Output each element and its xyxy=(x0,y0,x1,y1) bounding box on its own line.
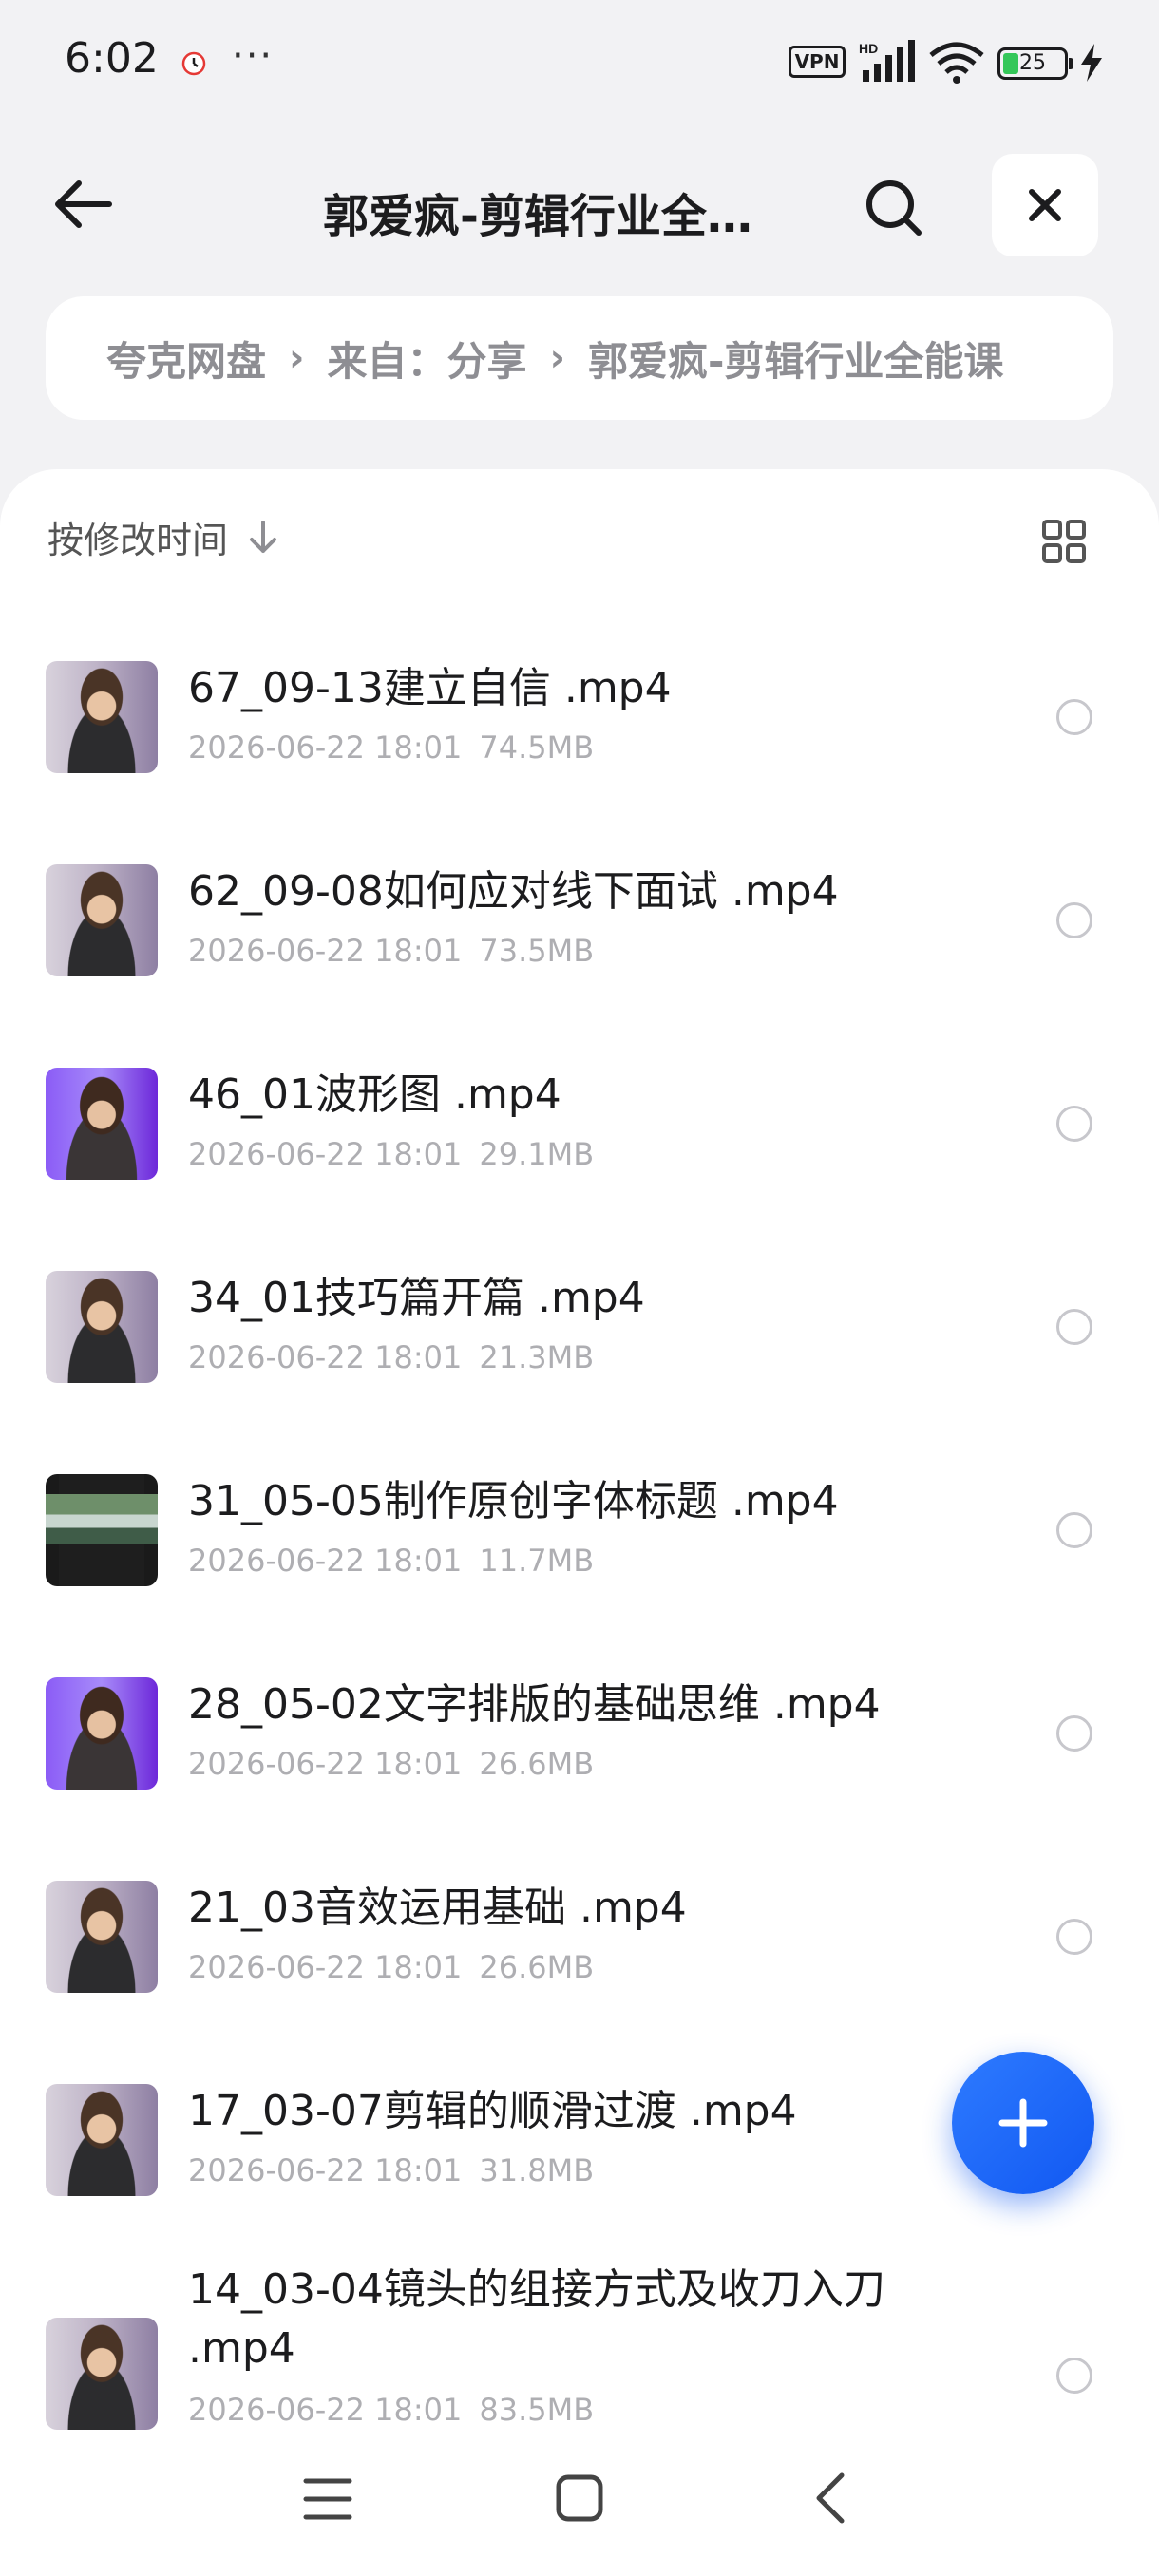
file-date: 2026-06-22 18:01 xyxy=(188,1746,463,1782)
file-row[interactable]: 62_09-08如何应对线下面试 .mp4 2026-06-22 18:01 73… xyxy=(0,834,1159,1037)
file-meta: 2026-06-22 18:01 74.5MB xyxy=(188,729,594,766)
file-sheet: 按修改时间 67_09-13建立自信 .mp4 2026-06-22 18:01… xyxy=(0,469,1159,2576)
grid-view-icon[interactable] xyxy=(1041,519,1087,564)
chevron-right-icon: › xyxy=(289,336,305,380)
select-radio[interactable] xyxy=(1056,699,1092,735)
file-meta: 2026-06-22 18:01 26.6MB xyxy=(188,1746,594,1782)
file-name: 14_03-04镜头的组接方式及收刀入刀 .mp4 xyxy=(188,2265,885,2373)
file-size: 31.8MB xyxy=(479,2152,595,2188)
select-radio[interactable] xyxy=(1056,1106,1092,1142)
file-meta: 2026-06-22 18:01 73.5MB xyxy=(188,933,594,969)
file-meta: 2026-06-22 18:01 21.3MB xyxy=(188,1339,594,1375)
file-name: 62_09-08如何应对线下面试 .mp4 xyxy=(188,867,839,916)
video-thumbnail xyxy=(46,2084,158,2196)
select-radio[interactable] xyxy=(1056,1309,1092,1345)
file-size: 74.5MB xyxy=(479,729,595,766)
close-icon xyxy=(1029,189,1061,221)
file-date: 2026-06-22 18:01 xyxy=(188,1543,463,1579)
more-notifications-icon: ··· xyxy=(232,34,275,78)
page-title: 郭爱疯-剪辑行业全… xyxy=(323,190,752,243)
file-date: 2026-06-22 18:01 xyxy=(188,729,463,766)
close-button[interactable] xyxy=(992,154,1098,256)
file-name: 67_09-13建立自信 .mp4 xyxy=(188,664,672,712)
file-name: 28_05-02文字排版的基础思维 .mp4 xyxy=(188,1680,881,1729)
video-thumbnail xyxy=(46,1271,158,1383)
status-time: 6:02 xyxy=(65,34,159,83)
sort-label: 按修改时间 xyxy=(48,520,229,561)
file-date: 2026-06-22 18:01 xyxy=(188,1339,463,1375)
status-bar: 6:02 ··· VPN HD 25 xyxy=(0,0,1159,123)
select-radio[interactable] xyxy=(1056,2358,1092,2394)
search-icon xyxy=(866,180,922,236)
file-date: 2026-06-22 18:01 xyxy=(188,2392,463,2428)
video-thumbnail xyxy=(46,1881,158,1993)
file-list: 67_09-13建立自信 .mp4 2026-06-22 18:01 74.5MB… xyxy=(0,631,1159,2460)
file-row[interactable]: 31_05-05制作原创字体标题 .mp4 2026-06-22 18:01 11… xyxy=(0,1444,1159,1647)
video-thumbnail xyxy=(46,2318,158,2430)
menu-icon[interactable] xyxy=(302,2475,353,2523)
signal-icon: HD xyxy=(859,40,915,82)
arrow-down-icon xyxy=(250,520,277,553)
svg-text:HD: HD xyxy=(859,41,878,56)
file-date: 2026-06-22 18:01 xyxy=(188,2152,463,2188)
video-thumbnail xyxy=(46,1677,158,1790)
back-button[interactable] xyxy=(42,163,124,245)
select-radio[interactable] xyxy=(1056,902,1092,938)
system-nav-bar xyxy=(0,2432,1159,2576)
file-meta: 2026-06-22 18:01 29.1MB xyxy=(188,1136,594,1172)
breadcrumb: 夸克网盘 › 来自：分享 › 郭爱疯-剪辑行业全能课 xyxy=(46,296,1113,420)
file-meta: 2026-06-22 18:01 83.5MB xyxy=(188,2392,594,2428)
file-row[interactable]: 28_05-02文字排版的基础思维 .mp4 2026-06-22 18:01 2… xyxy=(0,1647,1159,1850)
file-row[interactable]: 14_03-04镜头的组接方式及收刀入刀 .mp4 2026-06-22 18:… xyxy=(0,2257,1159,2460)
file-meta: 2026-06-22 18:01 11.7MB xyxy=(188,1543,594,1579)
battery-icon: 25 xyxy=(998,47,1074,80)
back-icon[interactable] xyxy=(811,2472,849,2525)
file-row[interactable]: 21_03音效运用基础 .mp4 2026-06-22 18:01 26.6MB xyxy=(0,1850,1159,2054)
alarm-icon xyxy=(181,51,206,76)
arrow-left-icon xyxy=(55,180,112,228)
select-radio[interactable] xyxy=(1056,1919,1092,1955)
video-thumbnail xyxy=(46,1474,158,1586)
file-size: 29.1MB xyxy=(479,1136,595,1172)
header: 郭爱疯-剪辑行业全… xyxy=(0,142,1159,266)
video-thumbnail xyxy=(46,1068,158,1180)
file-name: 46_01波形图 .mp4 xyxy=(188,1070,561,1119)
select-radio[interactable] xyxy=(1056,1715,1092,1752)
file-row[interactable]: 67_09-13建立自信 .mp4 2026-06-22 18:01 74.5MB xyxy=(0,631,1159,834)
sort-button[interactable]: 按修改时间 xyxy=(48,511,277,563)
file-meta: 2026-06-22 18:01 26.6MB xyxy=(188,1949,594,1985)
vpn-icon: VPN xyxy=(788,46,846,78)
video-thumbnail xyxy=(46,661,158,773)
file-size: 11.7MB xyxy=(479,1543,595,1579)
file-size: 21.3MB xyxy=(479,1339,595,1375)
file-row[interactable]: 34_01技巧篇开篇 .mp4 2026-06-22 18:01 21.3MB xyxy=(0,1241,1159,1444)
wifi-icon xyxy=(929,42,984,84)
search-button[interactable] xyxy=(851,165,937,251)
chevron-right-icon: › xyxy=(549,336,565,380)
video-thumbnail xyxy=(46,864,158,976)
file-name: 34_01技巧篇开篇 .mp4 xyxy=(188,1274,645,1322)
file-size: 83.5MB xyxy=(479,2392,595,2428)
battery-level: 25 xyxy=(1019,51,1046,75)
file-size: 26.6MB xyxy=(479,1746,595,1782)
file-size: 26.6MB xyxy=(479,1949,595,1985)
plus-icon xyxy=(998,2098,1048,2148)
file-row[interactable]: 46_01波形图 .mp4 2026-06-22 18:01 29.1MB xyxy=(0,1037,1159,1241)
file-date: 2026-06-22 18:01 xyxy=(188,1136,463,1172)
add-button[interactable] xyxy=(952,2052,1094,2194)
file-date: 2026-06-22 18:01 xyxy=(188,933,463,969)
charging-icon xyxy=(1081,44,1102,82)
file-date: 2026-06-22 18:01 xyxy=(188,1949,463,1985)
file-meta: 2026-06-22 18:01 31.8MB xyxy=(188,2152,594,2188)
file-size: 73.5MB xyxy=(479,933,595,969)
breadcrumb-current[interactable]: 郭爱疯-剪辑行业全能课 xyxy=(588,330,1003,388)
select-radio[interactable] xyxy=(1056,1512,1092,1548)
file-name: 21_03音效运用基础 .mp4 xyxy=(188,1884,687,1932)
breadcrumb-source[interactable]: 来自：分享 xyxy=(328,330,527,388)
breadcrumb-root[interactable]: 夸克网盘 xyxy=(106,330,266,388)
file-name: 31_05-05制作原创字体标题 .mp4 xyxy=(188,1477,839,1525)
file-name: 17_03-07剪辑的顺滑过渡 .mp4 xyxy=(188,2087,797,2135)
home-icon[interactable] xyxy=(555,2473,604,2523)
